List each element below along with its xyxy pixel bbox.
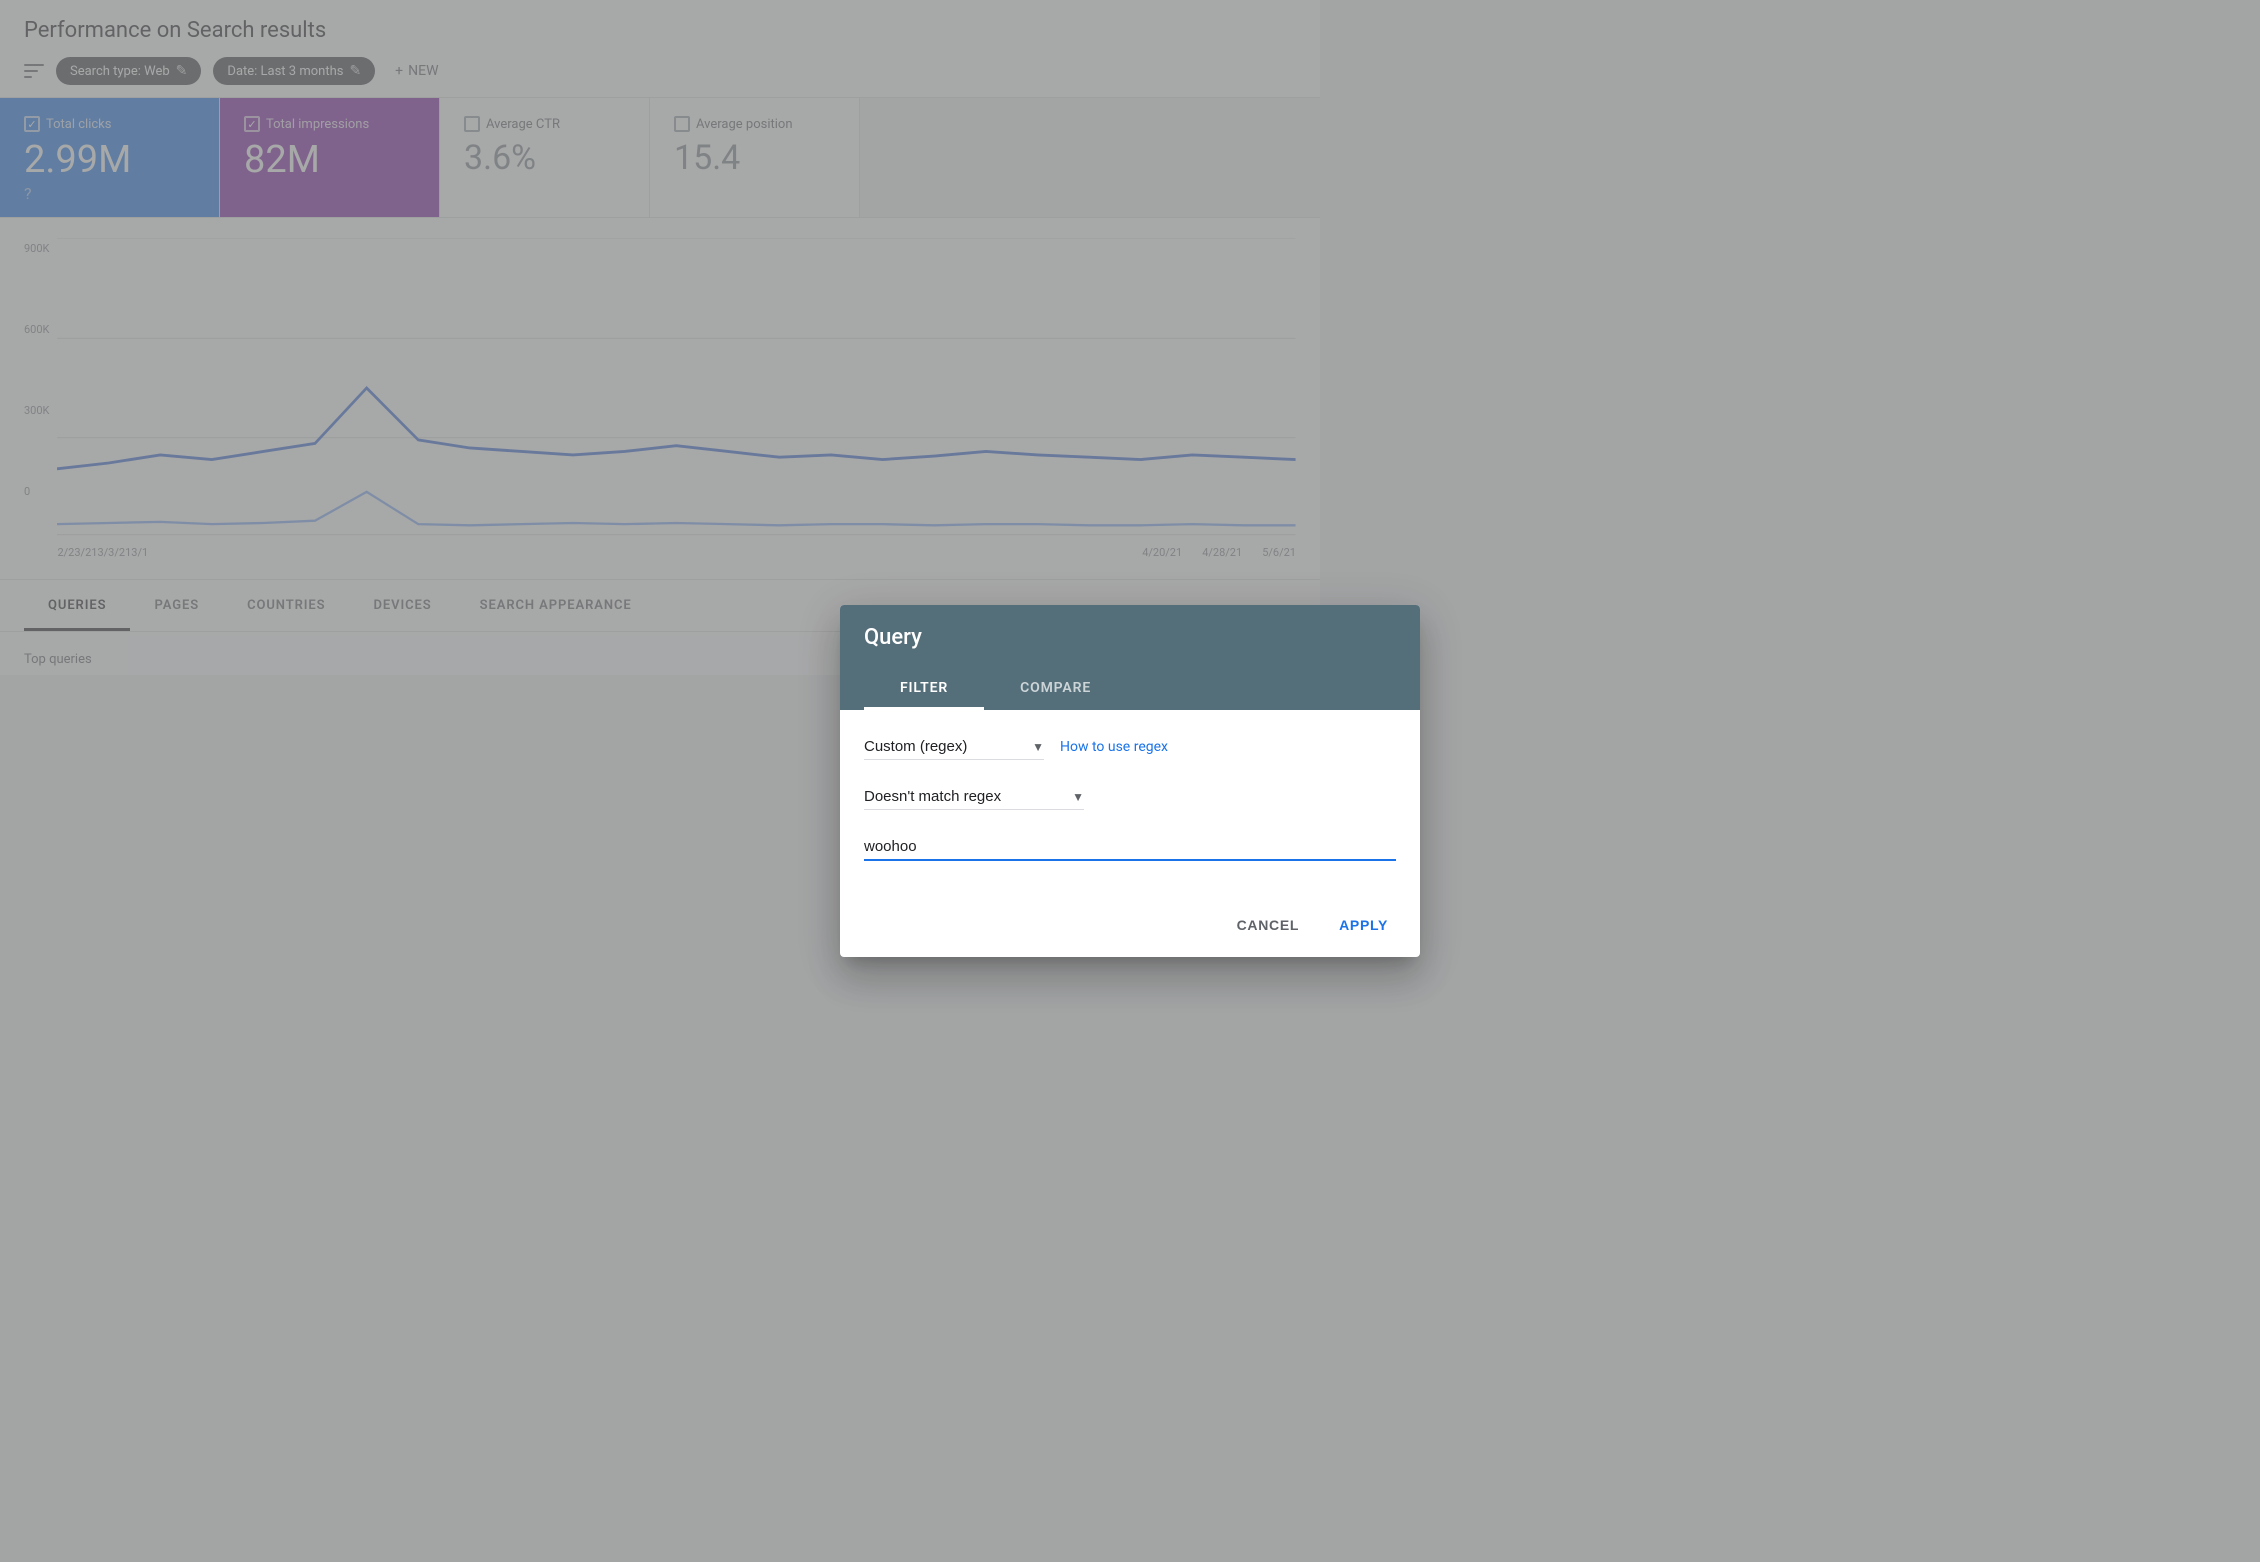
filter-type-select[interactable]: Custom (regex) Queries containing Exact … (864, 734, 1044, 760)
dialog-tabs: FILTER COMPARE (864, 666, 1396, 710)
apply-button[interactable]: APPLY (1323, 909, 1404, 941)
value-input[interactable] (864, 834, 1396, 861)
query-dialog: Query FILTER COMPARE Custom (regex) Quer… (840, 605, 1420, 957)
dialog-footer: CANCEL APPLY (840, 901, 1420, 957)
condition-select[interactable]: Doesn't match regex Matches regex Contai… (864, 784, 1084, 810)
filter-type-select-wrapper: Custom (regex) Queries containing Exact … (864, 734, 1044, 760)
condition-select-wrapper: Doesn't match regex Matches regex Contai… (864, 784, 1084, 810)
modal-overlay[interactable]: Query FILTER COMPARE Custom (regex) Quer… (0, 0, 2260, 1562)
dialog-tab-compare[interactable]: COMPARE (984, 666, 1127, 710)
dialog-header: Query FILTER COMPARE (840, 605, 1420, 710)
dialog-tab-filter[interactable]: FILTER (864, 666, 984, 710)
condition-row: Doesn't match regex Matches regex Contai… (864, 784, 1396, 810)
dialog-body: Custom (regex) Queries containing Exact … (840, 710, 1420, 901)
dialog-title: Query (864, 625, 1396, 650)
value-row (864, 834, 1396, 861)
cancel-button[interactable]: CANCEL (1221, 909, 1316, 941)
filter-type-row: Custom (regex) Queries containing Exact … (864, 734, 1396, 760)
how-to-use-regex-link[interactable]: How to use regex (1060, 739, 1168, 755)
